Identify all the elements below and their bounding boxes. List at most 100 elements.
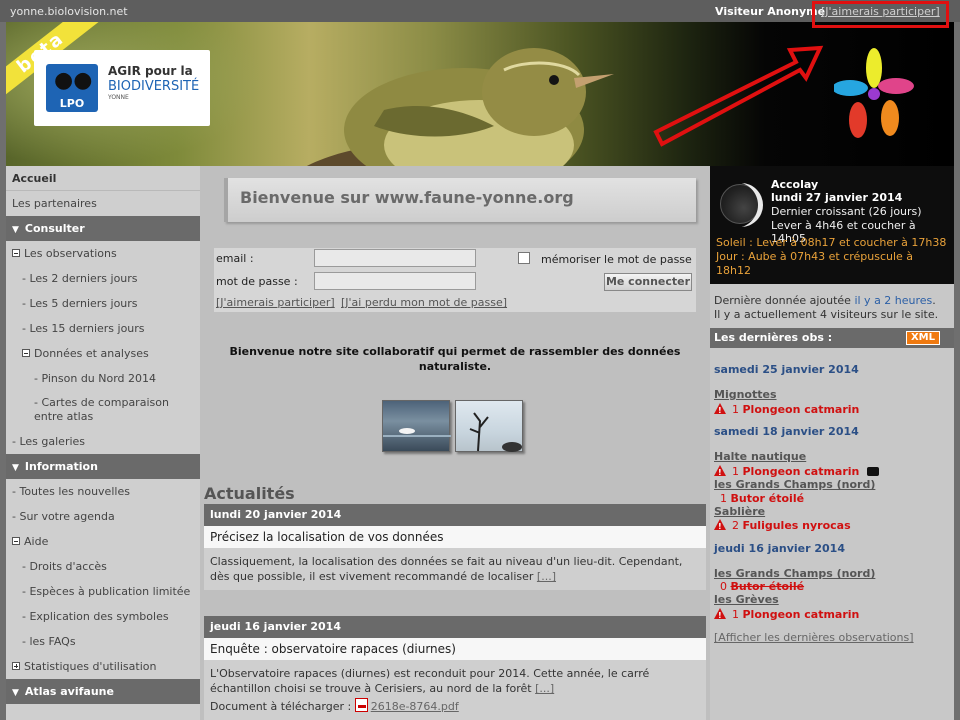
- warning-icon: [714, 465, 726, 480]
- nav-section-atlas[interactable]: ▼ Atlas avifaune: [6, 679, 200, 704]
- nav-partenaires[interactable]: Les partenaires: [6, 191, 200, 216]
- intro-text: Bienvenue notre site collaboratif qui pe…: [229, 345, 681, 373]
- obs-date: samedi 18 janvier 2014: [714, 425, 859, 438]
- nav-accueil[interactable]: Accueil: [6, 166, 200, 191]
- news-heading: Actualités: [204, 484, 295, 503]
- warning-icon: [714, 403, 726, 418]
- nav-5-derniers-jours[interactable]: - Les 5 derniers jours: [6, 291, 200, 316]
- obs-entry[interactable]: 1 Plongeon catmarin: [714, 607, 950, 623]
- agir-biodiversite-logo: AGIR pour la BIODIVERSITÉ YONNE: [108, 64, 200, 101]
- triangle-down-icon: ▼: [12, 463, 19, 473]
- visitor-count: Il y a actuellement 4 visiteurs sur le s…: [714, 308, 939, 321]
- login-form: email : mémoriser le mot de passe mot de…: [214, 248, 696, 312]
- nav-2-derniers-jours[interactable]: - Les 2 derniers jours: [6, 266, 200, 291]
- latest-obs-header: Les dernières obs : XML: [710, 328, 954, 348]
- biolovision-flower-logo: [834, 48, 914, 138]
- obs-place[interactable]: Sablière: [714, 505, 950, 519]
- site-domain: yonne.biolovision.net: [10, 5, 128, 18]
- obs-date: jeudi 16 janvier 2014: [714, 542, 845, 555]
- moon-phase-text: Dernier croissant (26 jours): [771, 205, 922, 218]
- read-more-link[interactable]: [...]: [537, 570, 556, 583]
- ephemeris-panel: Accolay lundi 27 janvier 2014 Dernier cr…: [710, 166, 954, 284]
- nav-section-consulter[interactable]: ▼ Consulter: [6, 216, 200, 241]
- camera-icon: [867, 467, 880, 476]
- lpo-puffin-logo: ●● LPO: [46, 64, 98, 112]
- obs-entry[interactable]: 2 Fuligules nyrocas: [714, 518, 950, 534]
- obs-entry[interactable]: 0 Butor étoilé: [714, 580, 950, 594]
- nav-donnees-analyses[interactable]: Données et analyses: [6, 341, 200, 366]
- photo-thumbnail-tree[interactable]: [455, 400, 523, 452]
- lost-password-link[interactable]: [J'ai perdu mon mot de passe]: [341, 296, 507, 309]
- tree-silhouette-icon: [469, 412, 522, 452]
- document-label: Document à télécharger :: [210, 700, 352, 713]
- nav-observations[interactable]: Les observations: [6, 241, 200, 266]
- obs-place[interactable]: Halte nautique: [714, 450, 950, 464]
- nav-aide[interactable]: Aide: [6, 529, 200, 554]
- warning-icon: [714, 608, 726, 623]
- password-label: mot de passe :: [216, 275, 298, 288]
- pdf-download-link[interactable]: 2618e-8764.pdf: [371, 700, 459, 713]
- site-activity-info: Dernière donnée ajoutée il y a 2 heures.…: [714, 294, 939, 321]
- main-content: Bienvenue sur www.faune-yonne.org email …: [200, 166, 710, 720]
- xml-feed-button[interactable]: XML: [906, 331, 940, 345]
- remember-checkbox[interactable]: [518, 252, 530, 264]
- remember-label: mémoriser le mot de passe: [541, 253, 692, 266]
- page-title: Bienvenue sur www.faune-yonne.org: [240, 188, 574, 207]
- ephemeris-town: Accolay: [771, 178, 819, 191]
- nav-droits-acces[interactable]: - Droits d'accès: [6, 554, 200, 579]
- right-sidebar: Accolay lundi 27 janvier 2014 Dernier cr…: [710, 166, 954, 720]
- news-title[interactable]: Précisez la localisation de vos données: [204, 526, 706, 548]
- moon-phase-icon: [720, 184, 760, 224]
- read-more-link[interactable]: [...]: [535, 682, 554, 695]
- news-title[interactable]: Enquête : observatoire rapaces (diurnes): [204, 638, 706, 660]
- highlight-box-annotation: [812, 1, 949, 28]
- nav-symboles[interactable]: - Explication des symboles: [6, 604, 200, 629]
- obs-entry[interactable]: 1 Butor étoilé: [714, 492, 950, 506]
- obs-date: samedi 25 janvier 2014: [714, 363, 859, 376]
- connect-button[interactable]: Me connecter: [604, 273, 692, 291]
- nav-15-derniers-jours[interactable]: - Les 15 derniers jours: [6, 316, 200, 341]
- header-banner: beta ●● LPO AGIR pour la BIODIVERSITÉ YO…: [6, 22, 954, 166]
- news-date: jeudi 16 janvier 2014: [204, 616, 706, 638]
- news-item: lundi 20 janvier 2014 Précisez la locali…: [204, 504, 706, 590]
- collapse-box-icon[interactable]: [12, 537, 20, 545]
- obs-entry[interactable]: 1 Plongeon catmarin: [714, 402, 950, 418]
- email-field[interactable]: [314, 249, 476, 267]
- day-times-text: Jour : Aube à 07h43 et crépuscule à 18h1…: [716, 250, 914, 277]
- nav-statistiques[interactable]: Statistiques d'utilisation: [6, 654, 200, 679]
- email-label: email :: [216, 252, 254, 265]
- show-all-obs[interactable]: [Afficher les dernières observations]: [714, 631, 950, 645]
- lpo-logo[interactable]: ●● LPO AGIR pour la BIODIVERSITÉ YONNE: [34, 50, 210, 126]
- left-sidebar: Accueil Les partenaires ▼ Consulter Les o…: [6, 166, 200, 720]
- welcome-card: Bienvenue sur www.faune-yonne.org: [224, 178, 696, 222]
- pdf-icon: [354, 698, 368, 712]
- collapse-box-icon[interactable]: [12, 249, 20, 257]
- obs-place[interactable]: les Grèves: [714, 593, 950, 607]
- nav-faqs[interactable]: - les FAQs: [6, 629, 200, 654]
- nav-section-information[interactable]: ▼ Information: [6, 454, 200, 479]
- news-body: L'Observatoire rapaces (diurnes) est rec…: [204, 660, 706, 720]
- expand-box-icon[interactable]: [12, 662, 20, 670]
- ephemeris-date: lundi 27 janvier 2014: [771, 191, 903, 204]
- warbler-photo-icon: [307, 48, 614, 166]
- join-link[interactable]: [J'aimerais participer]: [216, 296, 335, 309]
- photo-thumbnail-grebe[interactable]: [382, 400, 451, 452]
- nav-especes-limitees[interactable]: - Espèces à publication limitée: [6, 579, 200, 604]
- visitor-status: Visiteur Anonyme: [715, 5, 826, 18]
- nav-toutes-nouvelles[interactable]: - Toutes les nouvelles: [6, 479, 200, 504]
- nav-pinson-du-nord[interactable]: - Pinson du Nord 2014: [6, 366, 200, 391]
- collapse-box-icon[interactable]: [22, 349, 30, 357]
- triangle-down-icon: ▼: [12, 688, 19, 698]
- nav-agenda[interactable]: - Sur votre agenda: [6, 504, 200, 529]
- obs-place[interactable]: les Grands Champs (nord): [714, 567, 950, 581]
- nav-cartes-comparaison[interactable]: - Cartes de comparaison entre atlas: [6, 391, 200, 429]
- obs-place[interactable]: les Grands Champs (nord): [714, 478, 950, 492]
- warning-icon: [714, 519, 726, 534]
- obs-place[interactable]: Mignottes: [714, 388, 950, 402]
- password-field[interactable]: [314, 272, 476, 290]
- nav-galeries[interactable]: - Les galeries: [6, 429, 200, 454]
- last-added-link[interactable]: il y a 2 heures: [854, 294, 932, 307]
- obs-entry[interactable]: 1 Plongeon catmarin: [714, 464, 950, 480]
- bird-water-icon: [383, 428, 451, 437]
- red-arrow-annotation: [653, 45, 824, 147]
